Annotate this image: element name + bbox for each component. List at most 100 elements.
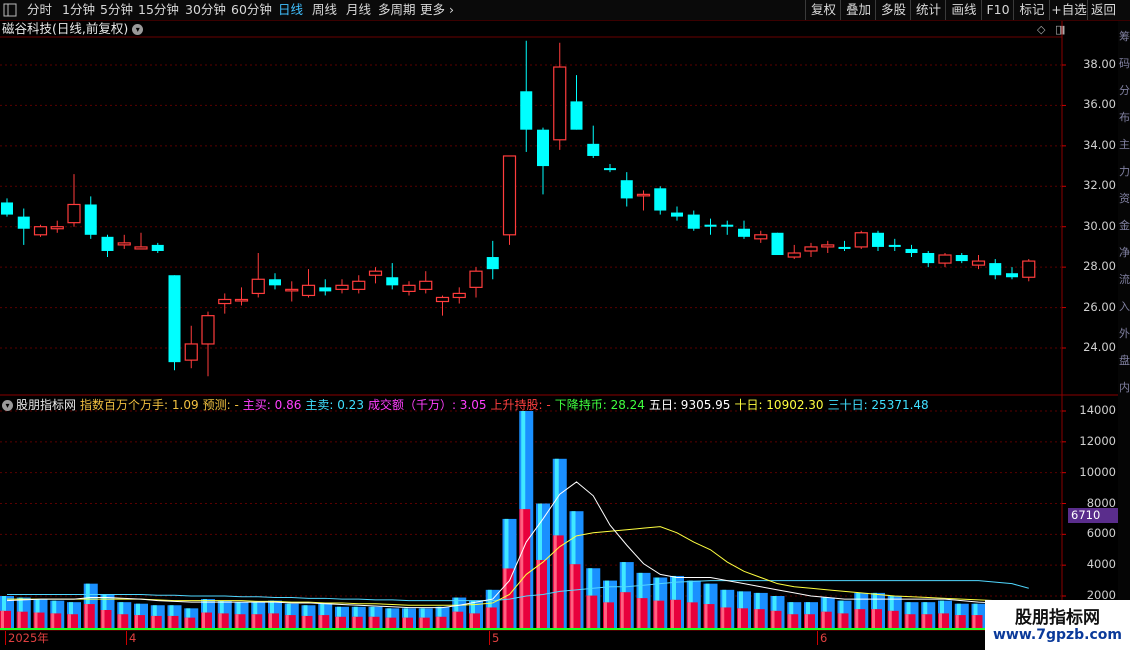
side-tab-char[interactable]: 码 — [1119, 57, 1130, 70]
side-tab-char[interactable]: 布 — [1119, 111, 1130, 124]
volume-tick-label: 12000 — [1079, 433, 1116, 448]
candle-body-up — [636, 193, 651, 197]
side-tab-char[interactable]: 分 — [1119, 84, 1130, 97]
candle-body-down — [84, 204, 97, 235]
volume-bar-red-highlight — [754, 609, 758, 629]
side-tab-char[interactable]: 主 — [1119, 138, 1130, 151]
side-tab-char[interactable]: 盘 — [1119, 354, 1130, 367]
volume-bar-red-highlight — [888, 610, 892, 629]
indicator-value-1: 预测: - — [202, 398, 239, 412]
candle-body-up — [938, 254, 952, 264]
candle-body-up — [971, 260, 986, 266]
volume-bar-red-highlight — [671, 599, 674, 629]
candle-body-down — [671, 212, 683, 217]
volume-tick-label: 14000 — [1079, 403, 1116, 417]
indicator-header: ▾ 股朋指标网 指数百万个万手: 1.09 预测: - 主买: 0.86 主卖: 0.23… — [2, 397, 937, 413]
volume-bar-red-highlight — [520, 509, 524, 629]
candle-body-up — [201, 315, 215, 345]
indicator-value-6: 下降持币: 28.24 — [554, 398, 645, 412]
candle-body-down — [570, 101, 583, 130]
volume-bar-red-highlight — [419, 617, 423, 629]
candle-body-up — [854, 232, 868, 248]
candle-body-up — [335, 284, 349, 290]
side-tab-char[interactable]: 资 — [1119, 192, 1130, 205]
volume-bar-red-highlight — [168, 615, 172, 629]
volume-bar-red-highlight — [34, 612, 38, 629]
volume-bar-red-highlight — [939, 613, 942, 629]
side-tab-char[interactable]: 力 — [1119, 165, 1130, 178]
indicator-value-9: 三十日: 25371.48 — [827, 398, 929, 412]
volume-bar-red-highlight — [235, 614, 239, 629]
volume-bar-red-highlight — [386, 617, 390, 629]
volume-bar-red-highlight — [788, 614, 792, 629]
candle-body-up — [218, 298, 232, 305]
candle-body-up — [419, 280, 433, 290]
volume-bar-red-highlight — [503, 568, 507, 629]
volume-bar-red-highlight — [68, 614, 71, 629]
candle-body-down — [922, 252, 935, 264]
candle-body-up — [234, 298, 249, 302]
side-tab-char[interactable]: 流 — [1119, 273, 1130, 286]
candle-body-down — [486, 257, 499, 270]
volume-bar-red-highlight — [336, 616, 339, 629]
side-tab-char[interactable]: 入 — [1119, 300, 1130, 313]
chart-canvas[interactable] — [0, 0, 1118, 631]
candle-body-up — [251, 278, 265, 295]
current-value-tag: 6710 — [1068, 508, 1119, 523]
candle-body-down — [1, 202, 13, 215]
candle-body-down — [721, 224, 734, 227]
candle-body-up — [67, 203, 81, 224]
candle-body-up — [452, 292, 466, 299]
side-tab-char[interactable]: 内 — [1119, 381, 1130, 394]
side-tab-char[interactable]: 外 — [1119, 327, 1130, 340]
candle-body-down — [604, 168, 616, 171]
volume-bar-red-highlight — [805, 614, 808, 629]
volume-bar-red-highlight — [17, 611, 21, 629]
candle-body-up — [117, 242, 131, 246]
indicator-name: 股朋指标网 — [16, 398, 77, 412]
volume-bar-red-highlight — [84, 604, 88, 629]
indicator-value-8: 十日: 10902.30 — [734, 398, 824, 412]
candle-body-down — [687, 214, 700, 229]
volume-tick-label: 6000 — [1086, 526, 1116, 541]
date-label: 6 — [817, 631, 827, 645]
volume-bar-red-highlight — [319, 615, 323, 629]
candle-body-up — [469, 270, 483, 288]
volume-bar-red-highlight — [486, 607, 490, 629]
volume-bar-red-highlight — [453, 611, 457, 629]
volume-bar-red-highlight — [721, 607, 725, 629]
price-tick-label: 38.00 — [1083, 57, 1116, 71]
candle-body-up — [821, 244, 835, 248]
indicator-value-0: 指数百万个万手: 1.09 — [80, 398, 199, 412]
candle-body-up — [402, 284, 416, 293]
volume-bar-red-highlight — [821, 611, 825, 629]
volume-tick-label: 4000 — [1086, 557, 1116, 572]
candle-body-up — [435, 296, 450, 303]
volume-tick-label: 10000 — [1079, 464, 1116, 479]
candle-body-down — [704, 224, 717, 227]
side-tab-char[interactable]: 金 — [1119, 219, 1130, 232]
candle-body-down — [838, 246, 851, 249]
volume-bar-red-highlight — [838, 613, 842, 629]
candle-body-up — [1022, 260, 1036, 278]
candle-body-down — [620, 180, 633, 199]
candle-body-down — [955, 255, 968, 262]
volume-bar-red-highlight — [604, 602, 607, 629]
volume-bar-red-highlight — [972, 615, 976, 629]
volume-bar-red-highlight — [470, 613, 473, 629]
candle-body-up — [787, 252, 801, 258]
candle-body-down — [738, 228, 750, 237]
volume-bar-red-highlight — [302, 615, 306, 629]
candle-body-up — [553, 66, 567, 141]
volume-bar-red-highlight — [654, 600, 658, 629]
candle-body-down — [101, 236, 114, 251]
volume-bar-red-highlight — [855, 609, 859, 629]
date-label: 5 — [489, 631, 499, 645]
volume-bar-red-highlight — [101, 610, 105, 629]
volume-bar-red-highlight — [687, 602, 691, 629]
chevron-down-icon[interactable]: ▾ — [2, 400, 13, 411]
candle-body-up — [50, 226, 64, 230]
side-tab-char[interactable]: 筹 — [1119, 30, 1130, 43]
ma5-line — [6, 481, 1029, 609]
side-tab-char[interactable]: 净 — [1119, 246, 1130, 259]
